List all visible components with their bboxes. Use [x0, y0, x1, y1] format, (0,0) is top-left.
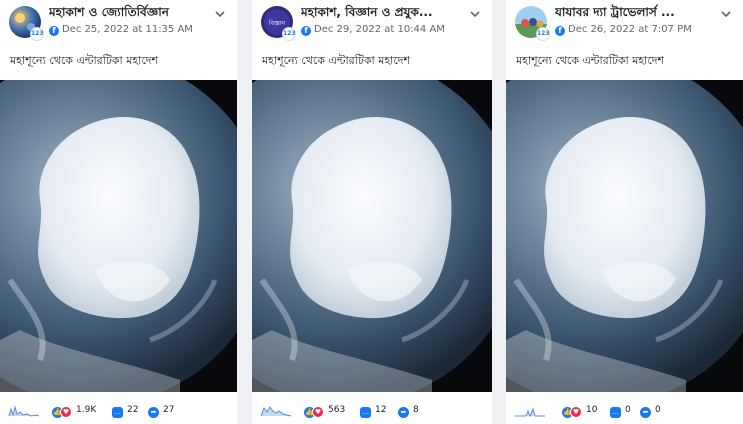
comments-count[interactable]: … 22	[112, 405, 138, 418]
post-card: 123 মহাকাশ ও জ্যোতির্বিজ্ঞান f Dec 25, 20…	[0, 0, 237, 424]
reactions-count[interactable]: 👍♥ 563	[304, 405, 345, 418]
comments-count[interactable]: … 12	[360, 405, 386, 418]
reactions-count[interactable]: 👍♥ 10	[562, 405, 597, 418]
comments-count[interactable]: … 0	[610, 405, 631, 418]
avatar-badge: 123	[536, 27, 550, 41]
post-header: 123 মহাকাশ ও জ্যোতির্বিজ্ঞান f Dec 25, 20…	[0, 0, 237, 44]
post-header: বিজ্ঞান 123 মহাকাশ, বিজ্ঞান ও প্রযুক... …	[252, 0, 492, 44]
avatar-badge: 123	[282, 27, 296, 41]
avatar-badge: 123	[30, 27, 44, 41]
share-icon: ➦	[398, 407, 409, 418]
love-icon: ♥	[312, 406, 324, 418]
avatar-text: বিজ্ঞান	[268, 20, 286, 27]
shares-count[interactable]: ➦ 8	[398, 405, 419, 418]
post-caption: মহাশূন্যে থেকে এন্টারটিকা মহাদেশ	[262, 54, 411, 67]
facebook-icon: f	[49, 26, 59, 36]
page-name[interactable]: মহাকাশ, বিজ্ঞান ও প্রযুক...	[301, 4, 461, 22]
post-image[interactable]	[0, 80, 237, 392]
post-stats: 👍♥ 563 … 12 ➦ 8	[252, 398, 492, 424]
comment-icon: …	[112, 407, 123, 418]
sparkline-icon	[260, 406, 292, 417]
post-image[interactable]	[506, 80, 743, 392]
post-stats: 👍♥ 1.9K … 22 ➦ 27	[0, 398, 237, 424]
post-caption: মহাশূন্যে থেকে এন্টারটিকা মহাদেশ	[10, 54, 159, 67]
chevron-down-icon[interactable]	[719, 6, 733, 20]
facebook-icon: f	[555, 26, 565, 36]
sparkline-icon	[515, 407, 545, 417]
post-header: 123 যাযাবর দ্যা ট্রাভেলার্স ... f Dec 26,…	[506, 0, 743, 44]
page-name[interactable]: যাযাবর দ্যা ট্রাভেলার্স ...	[555, 4, 715, 22]
post-date[interactable]: Dec 25, 2022 at 11:35 AM	[62, 24, 193, 35]
page-name[interactable]: মহাকাশ ও জ্যোতির্বিজ্ঞান	[49, 4, 209, 22]
comment-icon: …	[360, 407, 371, 418]
post-image[interactable]	[252, 80, 492, 392]
post-meta: f Dec 25, 2022 at 11:35 AM	[49, 24, 193, 38]
post-caption: মহাশূন্যে থেকে এন্টারটিকা মহাদেশ	[516, 54, 665, 67]
post-meta: f Dec 29, 2022 at 10:44 AM	[301, 24, 445, 38]
chevron-down-icon[interactable]	[213, 6, 227, 20]
post-stats: 👍♥ 10 … 0 ➦ 0	[506, 398, 743, 424]
post-meta: f Dec 26, 2022 at 7:07 PM	[555, 24, 692, 38]
chevron-down-icon[interactable]	[468, 6, 482, 20]
post-card: বিজ্ঞান 123 মহাকাশ, বিজ্ঞান ও প্রযুক... …	[252, 0, 492, 424]
comment-icon: …	[610, 407, 621, 418]
post-date[interactable]: Dec 29, 2022 at 10:44 AM	[314, 24, 445, 35]
love-icon: ♥	[570, 406, 582, 418]
share-icon: ➦	[640, 407, 651, 418]
sparkline-icon	[8, 405, 40, 417]
post-date[interactable]: Dec 26, 2022 at 7:07 PM	[568, 24, 692, 35]
post-feed: 123 মহাকাশ ও জ্যোতির্বিজ্ঞান f Dec 25, 20…	[0, 0, 743, 424]
reactions-count[interactable]: 👍♥ 1.9K	[52, 405, 96, 418]
shares-count[interactable]: ➦ 27	[148, 405, 174, 418]
share-icon: ➦	[148, 407, 159, 418]
shares-count[interactable]: ➦ 0	[640, 405, 661, 418]
post-card: 123 যাযাবর দ্যা ট্রাভেলার্স ... f Dec 26,…	[506, 0, 743, 424]
facebook-icon: f	[301, 26, 311, 36]
love-icon: ♥	[60, 406, 72, 418]
